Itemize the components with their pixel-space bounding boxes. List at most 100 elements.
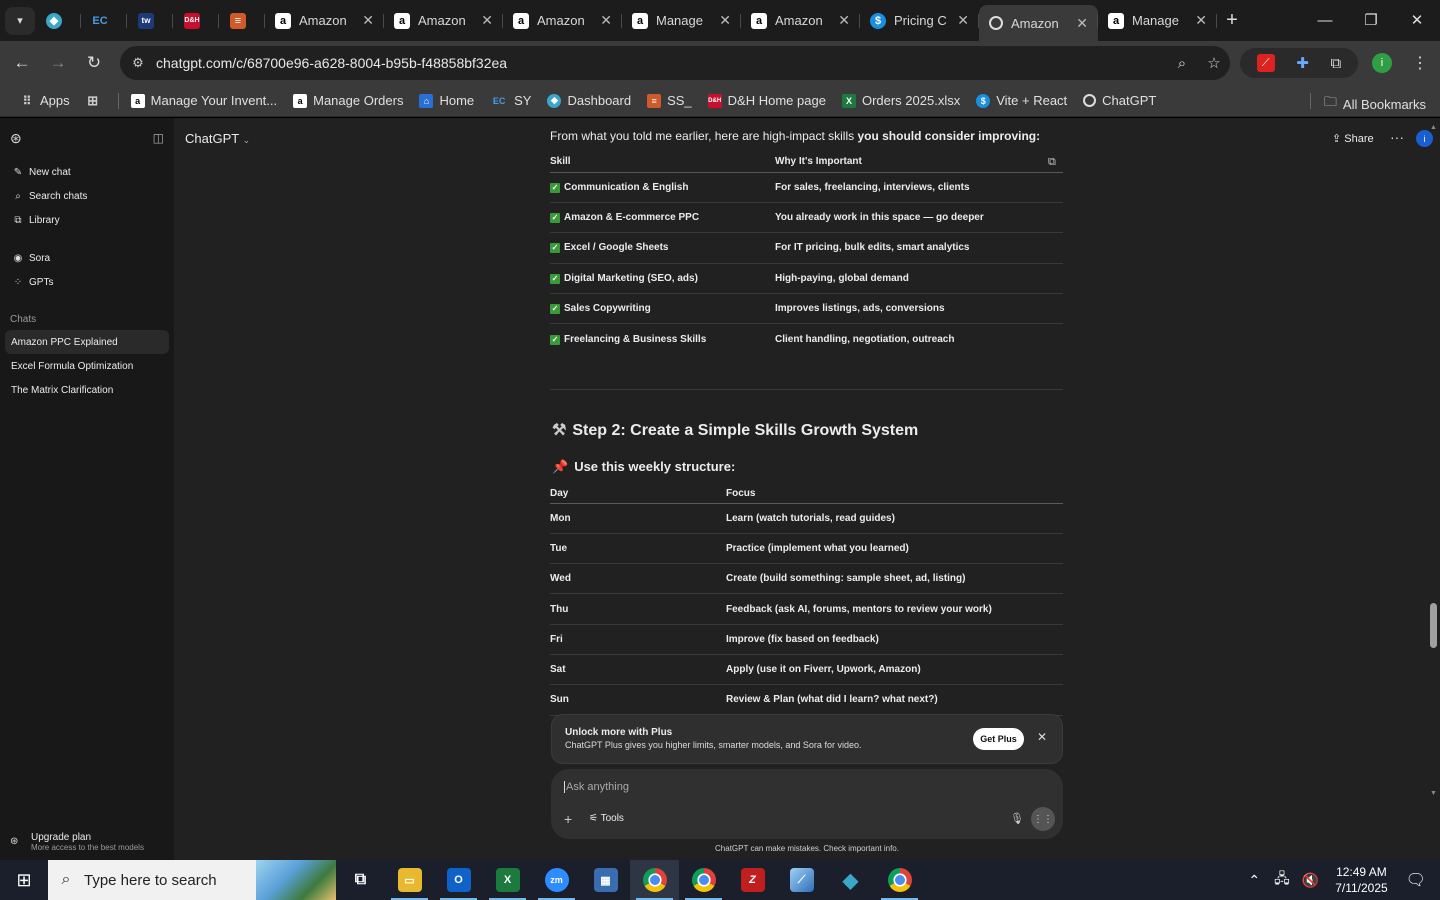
close-icon[interactable]: ✕ [719, 12, 731, 29]
site-settings-icon[interactable]: ⚙ [120, 55, 156, 71]
bookmark-home[interactable]: ⌂ Home [411, 93, 482, 108]
sidebar-search-chats[interactable]: ⌕ Search chats [0, 184, 174, 208]
chevron-up-icon[interactable]: ⌃ [1248, 872, 1260, 889]
tab-pinned-2[interactable]: EC [81, 5, 127, 37]
scroll-up-arrow-icon[interactable]: ▲ [1430, 124, 1437, 131]
bookmark-orders-xlsx[interactable]: X Orders 2025.xlsx [834, 93, 968, 108]
browser-menu-button[interactable]: ⋮ [1412, 48, 1428, 78]
back-button[interactable]: ← [4, 53, 40, 73]
start-button[interactable]: ⊞ [0, 860, 48, 900]
close-icon[interactable]: ✕ [362, 12, 374, 29]
tab-manage-1[interactable]: a Manage ✕ [622, 5, 741, 37]
windows-taskbar: ⊞ ⌕ Type here to search ⧉ ▭ O X zm ▦ Z ⟋… [0, 860, 1440, 900]
taskbar-zoom[interactable]: zm [532, 860, 581, 900]
taskbar-outlook[interactable]: O [434, 860, 483, 900]
bookmark-apps[interactable]: ⠿ Apps [12, 93, 78, 108]
scrollbar[interactable] [1428, 124, 1440, 800]
new-tab-button[interactable]: + [1217, 9, 1247, 32]
tab-pinned-5[interactable]: ≡ [219, 5, 265, 37]
tab-amazon-3[interactable]: a Amazon ✕ [503, 5, 622, 37]
taskbar-app-blue[interactable]: ⟋ [777, 860, 826, 900]
sidebar-toggle-icon[interactable]: ◫ [153, 131, 164, 145]
bookmark-sy[interactable]: EC SY [482, 93, 539, 108]
microphone-icon[interactable]: 🎙 [1010, 812, 1024, 825]
bookmark-chatgpt[interactable]: ChatGPT [1075, 93, 1164, 108]
taskbar-search[interactable]: ⌕ Type here to search [48, 860, 336, 900]
zoom-icon[interactable]: ⌕ [1166, 55, 1198, 72]
bookmark-star-icon[interactable]: ☆ [1198, 54, 1230, 72]
get-plus-button[interactable]: Get Plus [973, 728, 1024, 750]
taskbar-excel[interactable]: X [483, 860, 532, 900]
table-cell: You already work in this space — go deep… [775, 202, 1063, 234]
bookmark-manage-orders[interactable]: a Manage Orders [285, 93, 411, 108]
close-icon[interactable]: ✕ [1076, 15, 1088, 32]
tab-pinned-1[interactable]: ◆ [35, 5, 81, 37]
bookmark-ss[interactable]: ≡ SS_ [639, 93, 700, 108]
close-icon[interactable]: ✕ [957, 12, 969, 29]
sidebar-gpts[interactable]: ⁘ GPTs [0, 270, 174, 294]
close-icon[interactable]: ✕ [481, 12, 493, 29]
taskbar-chrome-active[interactable] [630, 860, 679, 900]
voice-mode-button[interactable]: ⋮⋮ [1031, 807, 1055, 831]
chat-item-matrix[interactable]: The Matrix Clarification [5, 378, 169, 402]
notifications-icon[interactable]: 🗨 [1406, 870, 1426, 890]
taskbar-calculator[interactable]: ▦ [581, 860, 630, 900]
address-bar[interactable]: ⚙ chatgpt.com/c/68700e96-a628-8004-b95b-… [120, 46, 1230, 80]
tab-search-button[interactable]: ▾ [5, 6, 35, 35]
pdf-extension-icon[interactable]: ⟋ [1256, 54, 1275, 72]
scroll-down-arrow-icon[interactable]: ▼ [1430, 790, 1437, 797]
all-bookmarks-button[interactable]: 🗀 All Bookmarks [1309, 93, 1426, 115]
bookmark-dh-home[interactable]: D&H D&H Home page [700, 93, 834, 108]
taskbar-app-diamond[interactable]: ◆ [826, 860, 875, 900]
taskbar-chrome-3[interactable] [875, 860, 924, 900]
sidebar-new-chat[interactable]: ✎ New chat [0, 160, 174, 184]
volume-muted-icon[interactable]: 🔇 [1302, 872, 1319, 889]
check-icon: ✓ [550, 334, 560, 345]
restore-icon: ❐ [1364, 12, 1378, 29]
tab-pinned-4[interactable]: D&H [173, 5, 219, 37]
forward-button[interactable]: → [40, 53, 76, 73]
bookmark-tab-groups[interactable]: ⊞ [78, 93, 114, 108]
chat-item-amazon-ppc[interactable]: Amazon PPC Explained [5, 330, 169, 354]
model-selector[interactable]: ChatGPT ⌄ [185, 131, 250, 146]
close-window-button[interactable]: ✕ [1394, 0, 1440, 40]
tools-button[interactable]: ⚟ Tools [589, 813, 624, 824]
close-icon[interactable]: ✕ [838, 12, 850, 29]
taskbar-chrome-2[interactable] [679, 860, 728, 900]
chat-item-excel-formula[interactable]: Excel Formula Optimization [5, 354, 169, 378]
upgrade-plan-button[interactable]: ⊛ Upgrade plan More access to the best m… [10, 832, 144, 852]
close-icon[interactable]: ✕ [1037, 730, 1047, 744]
tab-chatgpt-active[interactable]: Amazon ✕ [979, 5, 1098, 41]
tab-amazon-1[interactable]: a Amazon ✕ [265, 5, 384, 37]
attach-plus-icon[interactable]: + [564, 811, 572, 827]
sidebar-library[interactable]: ⧉ Library [0, 208, 174, 232]
taskbar-clock[interactable]: 12:49 AM 7/11/2025 [1335, 864, 1388, 896]
profile-avatar[interactable]: i [1372, 48, 1392, 78]
task-view-button[interactable]: ⧉ [336, 860, 385, 900]
close-icon[interactable]: ✕ [1195, 12, 1207, 29]
url-text[interactable]: chatgpt.com/c/68700e96-a628-8004-b95b-f4… [156, 55, 1166, 71]
network-icon[interactable]: 🖧 [1274, 868, 1290, 892]
bookmark-vite-react[interactable]: $ Vite + React [968, 93, 1075, 108]
close-icon[interactable]: ✕ [600, 12, 612, 29]
taskbar-file-explorer[interactable]: ▭ [385, 860, 434, 900]
extensions-icon[interactable]: ⧉ [1330, 55, 1341, 72]
tab-amazon-4[interactable]: a Amazon ✕ [741, 5, 860, 37]
scrollbar-thumb[interactable] [1430, 603, 1437, 648]
puzzle-blue-icon[interactable]: ✚ [1296, 54, 1309, 72]
tab-manage-2[interactable]: a Manage ✕ [1098, 5, 1217, 37]
openai-logo-icon[interactable]: ⊛ [10, 130, 22, 147]
tab-pinned-3[interactable]: tw [127, 5, 173, 37]
taskbar-filezilla[interactable]: Z [728, 860, 777, 900]
share-button[interactable]: ⇪ Share [1332, 132, 1374, 145]
message-input[interactable]: Ask anything [564, 781, 629, 793]
sidebar-sora[interactable]: ◉ Sora [0, 246, 174, 270]
tab-amazon-2[interactable]: a Amazon ✕ [384, 5, 503, 37]
bookmark-dashboard[interactable]: ◆ Dashboard [539, 93, 639, 108]
reload-button[interactable]: ↻ [76, 53, 112, 73]
restore-button[interactable]: ❐ [1348, 0, 1394, 40]
more-options-button[interactable]: ··· [1390, 129, 1404, 145]
tab-pricing[interactable]: $ Pricing C ✕ [860, 5, 979, 37]
minimize-button[interactable]: — [1302, 0, 1348, 40]
bookmark-manage-inventory[interactable]: a Manage Your Invent... [123, 93, 285, 108]
